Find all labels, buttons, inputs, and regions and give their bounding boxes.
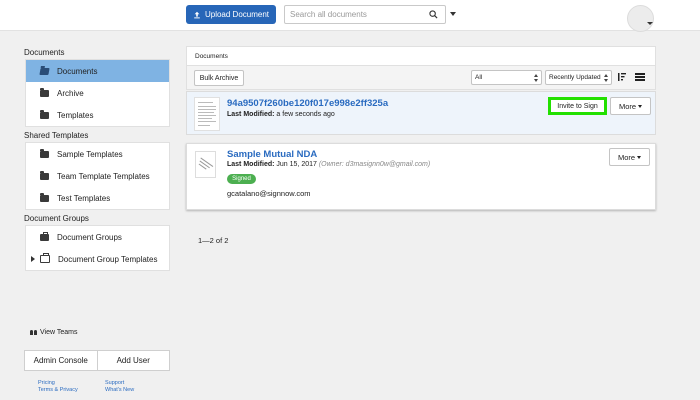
avatar-caret-icon[interactable] xyxy=(647,22,653,25)
page-title: Documents xyxy=(186,46,656,66)
more-label: More xyxy=(618,101,637,111)
more-label: More xyxy=(617,152,636,162)
footer-links-right: Support What's New xyxy=(105,380,134,394)
documents-group: Documents Archive Templates xyxy=(25,59,170,127)
sidebar-item-label: Team Template Templates xyxy=(57,171,150,181)
bulk-archive-button[interactable]: Bulk Archive xyxy=(194,70,244,86)
search-input[interactable] xyxy=(285,6,425,23)
caret-down-icon xyxy=(638,104,643,108)
view-teams-link[interactable]: View Teams xyxy=(30,329,77,336)
shared-templates-group: Sample Templates Team Template Templates… xyxy=(25,142,170,210)
folder-open-icon xyxy=(39,67,50,75)
sort-select[interactable]: Recently Updated xyxy=(545,70,612,85)
list-view-icon[interactable] xyxy=(635,72,645,82)
filter-select-value: All xyxy=(475,74,483,81)
pricing-link[interactable]: Pricing xyxy=(38,380,78,387)
view-teams-label: View Teams xyxy=(40,329,78,336)
sidebar-item-test-templates[interactable]: Test Templates xyxy=(26,187,169,209)
caret-down-icon xyxy=(637,155,642,159)
sidebar: Documents Documents Archive Templates Sh… xyxy=(24,46,170,271)
avatar[interactable] xyxy=(627,5,654,32)
teams-icon xyxy=(30,329,38,336)
main-panel: Documents Bulk Archive All Recently Upda… xyxy=(186,46,656,210)
signer-email: gcatalano@signnow.com xyxy=(227,189,311,198)
document-row[interactable]: 94a9507f260be120f017e998e2ff325a Last Mo… xyxy=(186,91,656,135)
upload-icon xyxy=(194,11,200,18)
sidebar-item-label: Document Groups xyxy=(57,232,122,242)
last-modified-value: Jun 15, 2017 xyxy=(276,161,317,168)
document-groups-section-title: Document Groups xyxy=(24,214,89,223)
whats-new-link[interactable]: What's New xyxy=(105,387,134,394)
last-modified-label: Last Modified: xyxy=(227,111,275,118)
sidebar-item-templates[interactable]: Templates xyxy=(26,104,169,126)
shared-templates-section-title: Shared Templates xyxy=(24,131,89,140)
sidebar-item-archive[interactable]: Archive xyxy=(26,82,169,104)
document-thumbnail[interactable] xyxy=(194,97,220,131)
top-bar: Upload Document xyxy=(0,0,700,32)
briefcase-outline-icon xyxy=(40,253,50,263)
sidebar-item-label: Documents xyxy=(57,66,98,76)
add-user-button[interactable]: Add User xyxy=(97,350,170,371)
more-button[interactable]: More xyxy=(609,148,650,166)
sidebar-item-sample-templates[interactable]: Sample Templates xyxy=(26,143,169,165)
admin-console-button[interactable]: Admin Console xyxy=(24,350,98,371)
sidebar-bottom-buttons: Admin Console Add User xyxy=(24,350,170,371)
sort-select-value: Recently Updated xyxy=(549,74,601,81)
document-groups-group: Document Groups Document Group Templates xyxy=(25,225,170,271)
status-badge: Signed xyxy=(227,174,256,184)
document-row[interactable]: Sample Mutual NDA Last Modified: Jun 15,… xyxy=(186,143,656,210)
filter-select[interactable]: All xyxy=(471,70,542,85)
documents-section-title: Documents xyxy=(24,48,65,57)
select-arrows-icon xyxy=(534,74,538,82)
search-icon[interactable] xyxy=(429,10,438,19)
search-options-caret-icon[interactable] xyxy=(450,12,456,16)
upload-document-button[interactable]: Upload Document xyxy=(186,5,276,24)
pagination-info: 1—2 of 2 xyxy=(198,236,229,245)
briefcase-icon xyxy=(40,231,49,241)
folder-icon xyxy=(40,170,49,180)
sidebar-item-label: Templates xyxy=(57,110,94,120)
document-toolbar: Bulk Archive All Recently Updated xyxy=(186,66,656,90)
folder-icon xyxy=(40,87,49,97)
more-button[interactable]: More xyxy=(610,97,651,115)
expand-arrow-icon[interactable] xyxy=(31,256,35,262)
document-last-modified: Last Modified: Jun 15, 2017 (Owner: d3ma… xyxy=(227,161,430,168)
folder-icon xyxy=(40,192,49,202)
upload-label: Upload Document xyxy=(204,10,270,19)
document-title-link[interactable]: Sample Mutual NDA xyxy=(227,149,317,160)
folder-icon xyxy=(40,148,49,158)
sidebar-item-team-template-templates[interactable]: Team Template Templates xyxy=(26,165,169,187)
last-modified-value: a few seconds ago xyxy=(276,111,335,118)
last-modified-label: Last Modified: xyxy=(227,161,275,168)
sidebar-item-label: Sample Templates xyxy=(57,149,123,159)
search-box xyxy=(284,5,446,24)
sort-order-icon[interactable] xyxy=(617,72,627,82)
terms-privacy-link[interactable]: Terms & Privacy xyxy=(38,387,78,394)
sidebar-item-label: Archive xyxy=(57,88,84,98)
sidebar-item-documents[interactable]: Documents xyxy=(26,60,169,82)
folder-icon xyxy=(40,109,49,119)
sidebar-item-label: Test Templates xyxy=(57,193,111,203)
document-title-link[interactable]: 94a9507f260be120f017e998e2ff325a xyxy=(227,98,388,109)
document-last-modified: Last Modified: a few seconds ago xyxy=(227,111,335,118)
sidebar-item-label: Document Group Templates xyxy=(58,254,158,264)
sidebar-item-document-groups[interactable]: Document Groups xyxy=(26,226,169,248)
document-thumbnail[interactable] xyxy=(195,151,216,178)
sidebar-item-document-group-templates[interactable]: Document Group Templates xyxy=(26,248,169,270)
support-link[interactable]: Support xyxy=(105,380,134,387)
invite-to-sign-button[interactable]: Invite to Sign xyxy=(548,97,607,115)
select-arrows-icon xyxy=(604,74,608,82)
footer-links-left: Pricing Terms & Privacy xyxy=(38,380,78,394)
document-owner: (Owner: d3masignn0w@gmail.com) xyxy=(318,161,431,168)
